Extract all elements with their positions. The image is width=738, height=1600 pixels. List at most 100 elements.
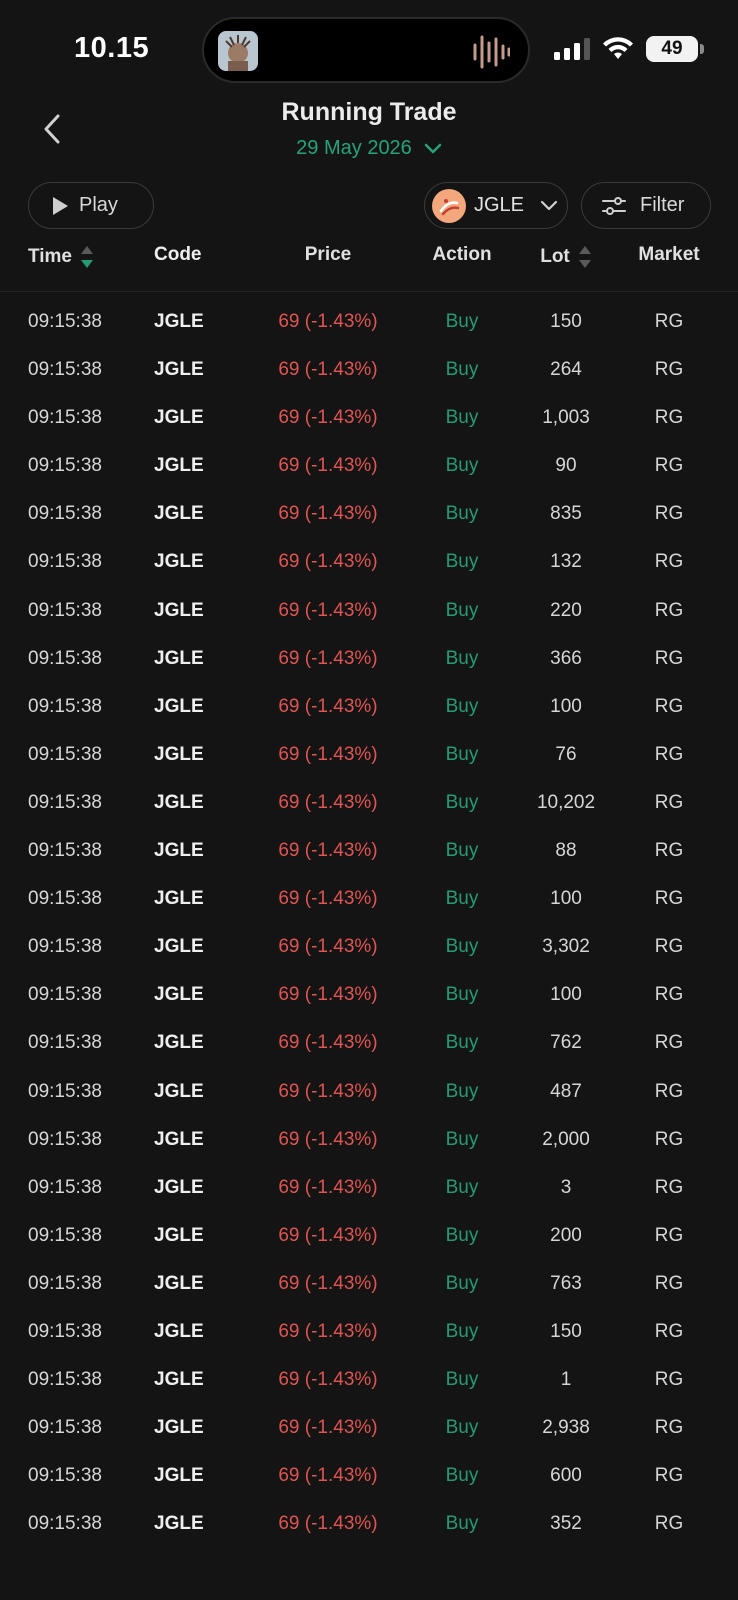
- table-row[interactable]: 09:15:38 JGLE 69 (-1.43%) Buy 763 RG: [0, 1261, 738, 1309]
- time-cell: 09:15:38: [28, 791, 102, 813]
- table-row[interactable]: 09:15:38 JGLE 69 (-1.43%) Buy 366 RG: [0, 636, 738, 684]
- lot-cell: 1,003: [542, 407, 590, 429]
- action-cell: Buy: [445, 359, 479, 381]
- time-cell: 09:15:38: [28, 1417, 102, 1439]
- time-header-label: Time: [28, 246, 73, 267]
- lot-cell: 150: [550, 1320, 582, 1342]
- code-column-header: Code: [154, 244, 202, 265]
- code-cell: JGLE: [154, 1080, 204, 1102]
- table-row[interactable]: 09:15:38 JGLE 69 (-1.43%) Buy 2,938 RG: [0, 1405, 738, 1453]
- code-cell: JGLE: [154, 1417, 204, 1439]
- time-cell: 09:15:38: [28, 1465, 102, 1487]
- time-cell: 09:15:38: [28, 1032, 102, 1054]
- lot-cell: 100: [550, 888, 582, 910]
- table-row[interactable]: 09:15:38 JGLE 69 (-1.43%) Buy 132 RG: [0, 539, 738, 587]
- market-cell: RG: [654, 1128, 684, 1150]
- market-cell: RG: [654, 599, 684, 621]
- code-cell: JGLE: [154, 551, 204, 573]
- table-row[interactable]: 09:15:38 JGLE 69 (-1.43%) Buy 150 RG: [0, 1309, 738, 1357]
- lot-cell: 352: [550, 1513, 582, 1535]
- table-row[interactable]: 09:15:38 JGLE 69 (-1.43%) Buy 600 RG: [0, 1453, 738, 1501]
- market-cell: RG: [654, 1417, 684, 1439]
- price-cell: 69 (-1.43%): [278, 840, 378, 862]
- market-cell: RG: [654, 1176, 684, 1198]
- table-row[interactable]: 09:15:38 JGLE 69 (-1.43%) Buy 352 RG: [0, 1501, 738, 1549]
- lot-cell: 3,302: [542, 936, 590, 958]
- action-cell: Buy: [445, 1224, 479, 1246]
- action-cell: Buy: [445, 1080, 479, 1102]
- code-cell: JGLE: [154, 1176, 204, 1198]
- table-row[interactable]: 09:15:38 JGLE 69 (-1.43%) Buy 3,302 RG: [0, 924, 738, 972]
- table-row[interactable]: 09:15:38 JGLE 69 (-1.43%) Buy 10,202 RG: [0, 780, 738, 828]
- code-cell: JGLE: [154, 1320, 204, 1342]
- market-cell: RG: [654, 1369, 684, 1391]
- table-row[interactable]: 09:15:38 JGLE 69 (-1.43%) Buy 220 RG: [0, 588, 738, 636]
- stock-selector[interactable]: JGLE: [424, 182, 568, 229]
- table-row[interactable]: 09:15:38 JGLE 69 (-1.43%) Buy 2,000 RG: [0, 1117, 738, 1165]
- price-cell: 69 (-1.43%): [278, 407, 378, 429]
- table-row[interactable]: 09:15:38 JGLE 69 (-1.43%) Buy 150 RG: [0, 299, 738, 347]
- time-cell: 09:15:38: [28, 599, 102, 621]
- code-cell: JGLE: [154, 984, 204, 1006]
- price-cell: 69 (-1.43%): [278, 1369, 378, 1391]
- lot-header-label: Lot: [540, 246, 570, 267]
- table-row[interactable]: 09:15:38 JGLE 69 (-1.43%) Buy 1 RG: [0, 1357, 738, 1405]
- table-row[interactable]: 09:15:38 JGLE 69 (-1.43%) Buy 200 RG: [0, 1213, 738, 1261]
- action-cell: Buy: [445, 503, 479, 525]
- dynamic-island[interactable]: [202, 17, 530, 83]
- code-cell: JGLE: [154, 791, 204, 813]
- market-cell: RG: [654, 791, 684, 813]
- status-icons: 49: [554, 36, 704, 62]
- date-selector[interactable]: 29 May 2026: [0, 137, 738, 160]
- action-cell: Buy: [445, 1369, 479, 1391]
- code-cell: JGLE: [154, 888, 204, 910]
- table-row[interactable]: 09:15:38 JGLE 69 (-1.43%) Buy 762 RG: [0, 1020, 738, 1068]
- code-cell: JGLE: [154, 359, 204, 381]
- price-cell: 69 (-1.43%): [278, 647, 378, 669]
- action-cell: Buy: [445, 551, 479, 573]
- price-cell: 69 (-1.43%): [278, 311, 378, 332]
- battery-icon: 49: [646, 36, 704, 62]
- time-cell: 09:15:38: [28, 1272, 102, 1294]
- table-row[interactable]: 09:15:38 JGLE 69 (-1.43%) Buy 3 RG: [0, 1165, 738, 1213]
- code-cell: JGLE: [154, 407, 204, 429]
- table-row[interactable]: 09:15:38 JGLE 69 (-1.43%) Buy 76 RG: [0, 732, 738, 780]
- time-cell: 09:15:38: [28, 1176, 102, 1198]
- filter-button[interactable]: Filter: [581, 182, 711, 229]
- market-cell: RG: [654, 1224, 684, 1246]
- table-row[interactable]: 09:15:38 JGLE 69 (-1.43%) Buy 487 RG: [0, 1069, 738, 1117]
- code-cell: JGLE: [154, 1272, 204, 1294]
- date-label: 29 May 2026: [296, 137, 412, 159]
- action-cell: Buy: [445, 984, 479, 1006]
- play-button[interactable]: Play: [28, 182, 154, 229]
- action-cell: Buy: [445, 840, 479, 862]
- price-cell: 69 (-1.43%): [278, 1465, 378, 1487]
- stock-code-label: JGLE: [474, 194, 525, 216]
- market-cell: RG: [654, 936, 684, 958]
- table-row[interactable]: 09:15:38 JGLE 69 (-1.43%) Buy 264 RG: [0, 347, 738, 395]
- sort-desc-icon: [81, 246, 94, 268]
- action-cell: Buy: [445, 647, 479, 669]
- chevron-down-icon: [540, 200, 558, 210]
- signal-icon: [554, 38, 590, 60]
- table-row[interactable]: 09:15:38 JGLE 69 (-1.43%) Buy 835 RG: [0, 491, 738, 539]
- time-cell: 09:15:38: [28, 743, 102, 765]
- action-cell: Buy: [445, 455, 479, 477]
- play-icon: [53, 196, 68, 215]
- table-row[interactable]: 09:15:38 JGLE 69 (-1.43%) Buy 90 RG: [0, 443, 738, 491]
- code-cell: JGLE: [154, 1513, 204, 1535]
- table-row[interactable]: 09:15:38 JGLE 69 (-1.43%) Buy 100 RG: [0, 972, 738, 1020]
- table-row[interactable]: 09:15:38 JGLE 69 (-1.43%) Buy 100 RG: [0, 876, 738, 924]
- action-cell: Buy: [445, 791, 479, 813]
- trade-list[interactable]: 09:15:38 JGLE 69 (-1.43%) Buy 150 RG 09:15:38 J…: [0, 299, 738, 1549]
- lot-cell: 763: [550, 1272, 582, 1294]
- table-row[interactable]: 09:15:38 JGLE 69 (-1.43%) Buy 88 RG: [0, 828, 738, 876]
- table-row[interactable]: 09:15:38 JGLE 69 (-1.43%) Buy 100 RG: [0, 684, 738, 732]
- price-cell: 69 (-1.43%): [278, 936, 378, 958]
- price-cell: 69 (-1.43%): [278, 791, 378, 813]
- wifi-icon: [603, 37, 633, 59]
- table-row[interactable]: 09:15:38 JGLE 69 (-1.43%) Buy 1,003 RG: [0, 395, 738, 443]
- market-cell: RG: [654, 984, 684, 1006]
- lot-column-header[interactable]: Lot: [520, 244, 612, 270]
- time-column-header[interactable]: Time: [28, 244, 94, 270]
